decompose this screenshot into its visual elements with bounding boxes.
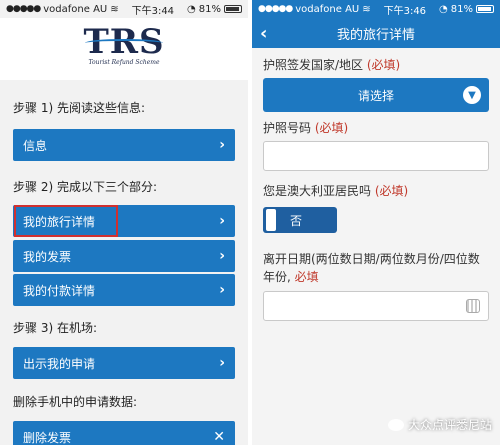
departure-date-input[interactable] <box>263 291 489 321</box>
show-my-claim-button[interactable]: 出示我的申请 › <box>13 347 235 379</box>
toggle-knob <box>266 209 276 231</box>
page-title: 我的旅行详情 <box>336 27 415 43</box>
resident-text: 您是澳大利亚居民吗 <box>263 184 372 198</box>
required-marker: (必填) <box>374 184 409 198</box>
status-time: 下午3:44 <box>131 5 175 17</box>
step-1-heading: 步骤 1) 先阅读这些信息: <box>13 101 145 115</box>
delete-data-heading: 删除手机中的申请数据: <box>13 395 138 409</box>
info-button[interactable]: 信息 › <box>13 129 235 161</box>
logo-tagline: Tourist Refund Scheme <box>88 59 160 66</box>
my-payment-details-label: 我的付款详情 <box>23 283 96 298</box>
status-bar: ●●●●● vodafone AU ≋ 下午3:44 ◔ 81% <box>0 0 248 18</box>
resident-label: 您是澳大利亚居民吗 (必填) <box>263 182 408 199</box>
battery-icon <box>475 5 494 13</box>
passport-number-input[interactable] <box>263 141 489 171</box>
my-invoices-label: 我的发票 <box>23 249 72 264</box>
chevron-down-icon: ▼ <box>463 86 481 104</box>
passport-number-label: 护照号码 (必填) <box>263 119 348 136</box>
signal-icon: ●●●●● <box>258 4 293 14</box>
chevron-right-icon: › <box>219 248 225 264</box>
carrier-name: vodafone AU <box>295 3 360 15</box>
select-placeholder: 请选择 <box>357 88 394 103</box>
calendar-icon[interactable] <box>466 299 480 313</box>
passport-country-select[interactable]: 请选择 ▼ <box>263 78 489 112</box>
logo-swoosh <box>85 39 163 47</box>
wifi-icon: ≋ <box>362 3 371 15</box>
departure-label-line2: 年份, <box>263 270 291 284</box>
wifi-icon: ≋ <box>110 3 119 15</box>
resident-toggle[interactable]: 否 <box>263 207 337 233</box>
chevron-right-icon: › <box>219 355 225 371</box>
my-payment-details-button[interactable]: 我的付款详情 › <box>13 274 235 306</box>
trs-logo: TRS Tourist Refund Scheme <box>83 25 165 73</box>
signal-icon: ●●●●● <box>6 4 41 14</box>
departure-label-line1: 离开日期(两位数日期/两位数月份/四位数 <box>263 252 480 266</box>
chevron-right-icon: › <box>219 137 225 153</box>
watermark: 大众点评悉尼站 <box>387 416 492 433</box>
wechat-icon <box>387 418 404 431</box>
battery-icon <box>223 5 242 13</box>
highlight-box <box>14 205 118 237</box>
alarm-icon: ◔ <box>439 3 448 15</box>
delete-invoice-label: 删除发票 <box>23 430 72 445</box>
passport-number-text: 护照号码 <box>263 121 312 135</box>
battery-percent: 81% <box>450 3 473 15</box>
show-my-claim-label: 出示我的申请 <box>23 356 96 371</box>
chevron-right-icon: › <box>219 213 225 229</box>
resident-toggle-value: 否 <box>290 213 303 228</box>
passport-country-label: 护照签发国家/地区 (必填) <box>263 56 400 73</box>
back-arrow-icon[interactable]: ‹ <box>260 23 267 44</box>
watermark-text: 大众点评悉尼站 <box>407 418 492 432</box>
left-screen: ●●●●● vodafone AU ≋ 下午3:44 ◔ 81% TRS Tou… <box>0 0 248 445</box>
departure-date-label: 离开日期(两位数日期/两位数月份/四位数 年份, 必填 <box>263 250 492 286</box>
delete-invoice-button[interactable]: 删除发票 ✕ <box>13 421 235 445</box>
passport-country-text: 护照签发国家/地区 <box>263 58 364 72</box>
step-3-heading: 步骤 3) 在机场: <box>13 321 97 335</box>
required-marker: (必填) <box>366 58 401 72</box>
chevron-right-icon: › <box>219 282 225 298</box>
alarm-icon: ◔ <box>187 3 196 15</box>
status-bar: ●●●●● vodafone AU ≋ 下午3:46 ◔ 81% <box>252 0 500 18</box>
carrier-name: vodafone AU <box>43 3 108 15</box>
required-marker: 必填 <box>294 270 319 284</box>
my-invoices-button[interactable]: 我的发票 › <box>13 240 235 272</box>
nav-bar: ‹ 我的旅行详情 <box>252 18 500 48</box>
battery-percent: 81% <box>198 3 221 15</box>
close-icon: ✕ <box>213 429 225 445</box>
status-time: 下午3:46 <box>383 5 427 17</box>
step-2-heading: 步骤 2) 完成以下三个部分: <box>13 180 157 194</box>
required-marker: (必填) <box>314 121 349 135</box>
info-button-label: 信息 <box>23 138 48 153</box>
right-screen: ●●●●● vodafone AU ≋ 下午3:46 ◔ 81% ‹ 我的旅行详… <box>252 0 500 445</box>
logo-header: TRS Tourist Refund Scheme <box>0 18 248 80</box>
